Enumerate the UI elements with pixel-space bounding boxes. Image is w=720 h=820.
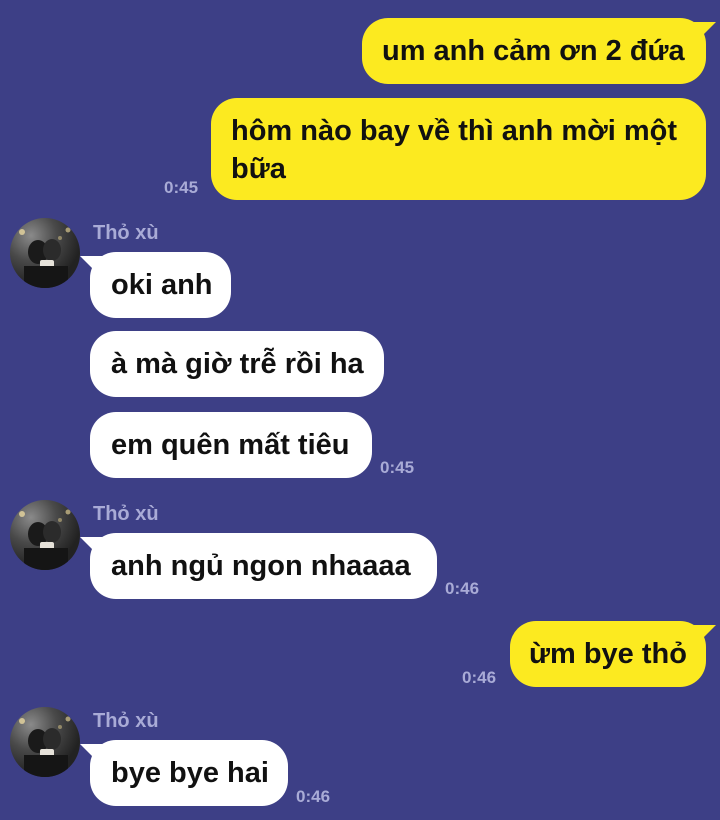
message-text: oki anh: [111, 269, 213, 301]
incoming-message-bubble[interactable]: bye bye hai: [90, 740, 288, 806]
avatar[interactable]: [10, 500, 80, 570]
message-text: ừm bye thỏ: [529, 638, 687, 670]
message-timestamp: 0:46: [445, 579, 480, 598]
message-timestamp: 0:46: [462, 668, 497, 687]
avatar[interactable]: [10, 707, 80, 777]
message-text: à mà giờ trễ rồi ha: [111, 348, 364, 380]
message-timestamp: 0:46: [296, 787, 331, 806]
incoming-message-bubble[interactable]: oki anh: [90, 252, 231, 318]
sender-name: Thỏ xù: [93, 222, 159, 244]
message-text-line: bữa: [231, 153, 286, 185]
outgoing-message-bubble[interactable]: um anh cảm ơn 2 đứa: [362, 18, 706, 84]
avatar[interactable]: [10, 218, 80, 288]
incoming-message-bubble[interactable]: à mà giờ trễ rồi ha: [90, 331, 384, 397]
message-text: um anh cảm ơn 2 đứa: [382, 35, 685, 67]
message-text: em quên mất tiêu: [111, 429, 350, 461]
outgoing-message-bubble[interactable]: hôm nào bay về thì anh mời một bữa: [211, 98, 706, 200]
profile-photo-icon: [19, 227, 71, 288]
message-timestamp: 0:45: [164, 178, 199, 197]
message-text-line: hôm nào bay về thì anh mời một: [231, 115, 678, 147]
message-timestamp: 0:45: [380, 458, 415, 477]
profile-photo-icon: [19, 509, 71, 570]
message-text: anh ngủ ngon nhaaaa: [111, 550, 411, 582]
sender-name: Thỏ xù: [93, 503, 159, 525]
outgoing-message-bubble[interactable]: ừm bye thỏ: [510, 621, 706, 687]
incoming-message-bubble[interactable]: em quên mất tiêu: [90, 412, 372, 478]
sender-name: Thỏ xù: [93, 710, 159, 732]
message-text: bye bye hai: [111, 757, 269, 789]
profile-photo-icon: [19, 716, 71, 777]
incoming-message-bubble[interactable]: anh ngủ ngon nhaaaa: [90, 533, 437, 599]
